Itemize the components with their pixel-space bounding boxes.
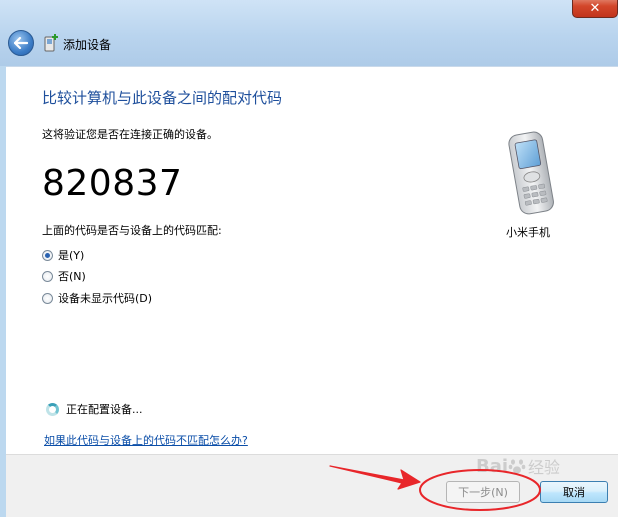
back-arrow-icon	[14, 37, 28, 49]
radio-button[interactable]	[42, 270, 53, 282]
close-icon: ✕	[589, 0, 601, 16]
mobile-phone-icon	[508, 131, 554, 215]
verify-text: 这将验证您是否在连接正确的设备。	[42, 128, 218, 141]
wizard-content: 比较计算机与此设备之间的配对代码 这将验证您是否在连接正确的设备。 820837…	[6, 66, 618, 455]
status-row: 正在配置设备...	[46, 401, 143, 417]
bluetooth-device-icon	[44, 34, 58, 52]
radio-no[interactable]: 否(N)	[42, 268, 86, 284]
watermark: Bai 经验	[476, 454, 560, 478]
pairing-code: 820837	[42, 163, 183, 204]
radio-label-no: 否(N)	[58, 270, 86, 283]
page-heading: 比较计算机与此设备之间的配对代码	[42, 89, 283, 107]
paw-icon	[508, 459, 526, 474]
title-bar: ✕ 添加设备	[0, 0, 618, 66]
help-link[interactable]: 如果此代码与设备上的代码不匹配怎么办?	[44, 432, 248, 448]
watermark-sub: 经验	[528, 458, 561, 477]
radio-label-no-code: 设备未显示代码(D)	[58, 292, 153, 305]
radio-button[interactable]	[42, 292, 53, 304]
radio-no-code[interactable]: 设备未显示代码(D)	[42, 290, 152, 306]
back-button[interactable]	[8, 30, 34, 56]
radio-button-selected[interactable]	[42, 249, 53, 261]
close-button[interactable]: ✕	[572, 0, 618, 18]
watermark-text: Bai	[476, 455, 509, 477]
radio-yes[interactable]: 是(Y)	[42, 247, 84, 263]
status-text: 正在配置设备...	[66, 403, 143, 416]
window-title: 添加设备	[63, 38, 112, 52]
next-button[interactable]: 下一步(N)	[446, 481, 520, 503]
match-question: 上面的代码是否与设备上的代码匹配:	[42, 224, 222, 237]
cancel-button[interactable]: 取消	[540, 481, 608, 503]
device-image	[496, 127, 566, 221]
radio-label-yes: 是(Y)	[58, 249, 85, 262]
device-name: 小米手机	[506, 226, 550, 239]
loading-spinner-icon	[46, 402, 59, 416]
